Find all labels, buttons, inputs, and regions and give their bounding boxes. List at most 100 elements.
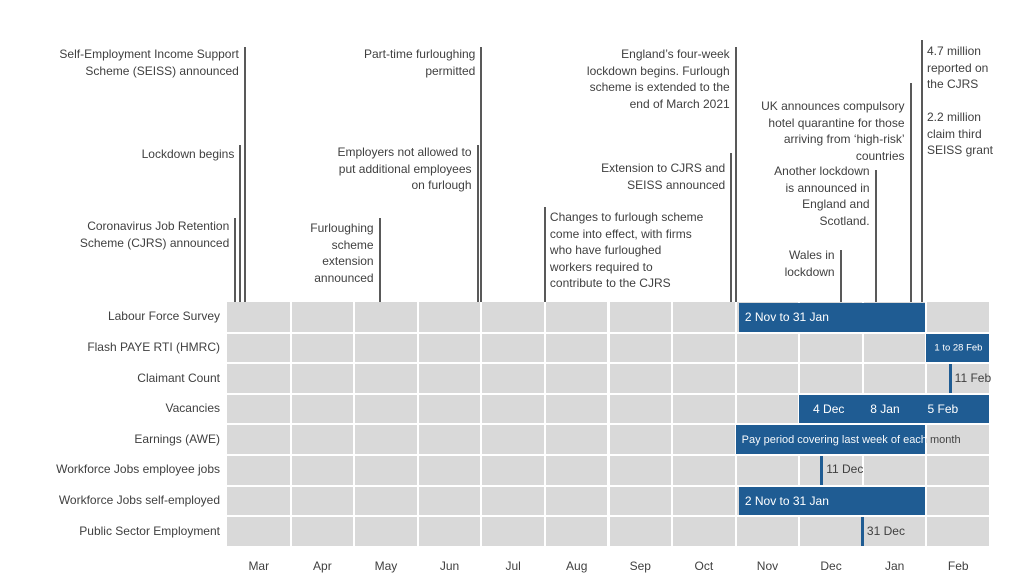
event-annotation-line: workers required to	[549, 259, 653, 274]
grid-cell	[673, 364, 735, 393]
grid-cell	[291, 486, 354, 516]
grid-cell	[736, 517, 799, 546]
grid-cell	[482, 394, 544, 424]
grid-cell	[609, 333, 672, 363]
grid-cell	[609, 394, 672, 424]
grid-cell	[227, 394, 290, 424]
grid-cell	[482, 486, 544, 516]
month-tick-label: Jan	[884, 558, 905, 573]
grid-cell	[927, 517, 989, 546]
bar-date-label: 5 Feb	[927, 402, 959, 417]
release-date-label: 11 Feb	[954, 370, 992, 385]
event-leader-line	[874, 170, 877, 302]
event-annotation-line: come into effect, with firms	[549, 226, 692, 241]
grid-cell	[355, 456, 417, 485]
event-leader-line	[234, 218, 237, 302]
grid-cell	[673, 394, 735, 424]
event-annotation-line: on furlough	[411, 178, 472, 192]
release-date-marker	[820, 456, 824, 485]
grid-cell	[482, 517, 544, 546]
event-annotation-line: is announced in	[785, 180, 870, 195]
grid-cell	[609, 425, 672, 454]
event-annotation: England’s four-week lockdown begins. Furl…	[587, 46, 730, 112]
event-annotation-line: Employers not allowed to	[337, 145, 472, 159]
grid-cell	[482, 302, 544, 332]
bar-label: 1 to 28 Feb	[934, 342, 983, 354]
event-annotation-line: claim third	[926, 126, 982, 141]
event-annotation-line: SEISS announced	[627, 177, 726, 192]
event-leader-line	[239, 145, 242, 302]
grid-cell	[355, 333, 417, 363]
event-annotation-line: UK announces compulsory	[761, 99, 905, 113]
month-tick-label: Mar	[248, 558, 270, 573]
row-label: Workforce Jobs self-employed	[58, 492, 220, 507]
grid-cell	[291, 517, 354, 546]
grid-cell	[927, 302, 989, 332]
event-annotation-line: Furloughing	[310, 221, 374, 235]
event-annotation-line: arriving from ‘high-risk’	[783, 132, 905, 146]
grid-cell	[927, 486, 989, 516]
release-period-bar: 1 to 28 Feb	[926, 333, 989, 363]
event-annotation: Lockdown begins	[142, 146, 235, 163]
grid-cell	[609, 486, 672, 516]
release-date-marker	[860, 517, 864, 546]
grid-cell	[673, 517, 735, 546]
grid-cell	[863, 456, 926, 485]
grid-cell	[291, 364, 354, 393]
event-leader-line	[480, 47, 483, 302]
event-annotation: Employers not allowed to put additional e…	[337, 144, 471, 194]
grid-cell	[736, 333, 799, 363]
month-tick-label: Dec	[820, 558, 842, 573]
grid-cell	[355, 517, 417, 546]
grid-cell	[863, 364, 926, 393]
event-annotation-line: 2.2 million	[926, 110, 981, 124]
row-label: Flash PAYE RTI (HMRC)	[87, 339, 220, 354]
month-tick-label: Jun	[439, 558, 460, 573]
release-period-bar: 2 Nov to 31 Jan	[738, 486, 926, 516]
bar-date-label: 4 Dec	[813, 402, 845, 417]
event-annotation: Self-Employment Income Support Scheme (SE…	[59, 46, 238, 79]
grid-cell	[800, 364, 862, 393]
grid-cell	[545, 456, 608, 485]
grid-cell	[227, 456, 290, 485]
event-leader-line	[909, 83, 912, 302]
event-annotation-line: extension	[322, 254, 374, 268]
event-leader-line	[243, 47, 246, 302]
event-annotation: Part-time furloughing permitted	[364, 46, 475, 79]
grid-cell	[355, 302, 417, 332]
event-annotation-line: 4.7 million	[926, 44, 981, 58]
month-tick-label: Aug	[566, 558, 588, 573]
furlough-timeline-chart: Labour Force Survey Flash PAYE RTI (HMRC)…	[0, 0, 1024, 587]
grid-cell	[227, 333, 290, 363]
event-annotation: Coronavirus Job Retention Scheme (CJRS) a…	[80, 218, 229, 251]
grid-cell	[227, 302, 290, 332]
release-period-bar: 4 Dec 8 Jan 5 Feb	[799, 394, 989, 424]
grid-cell	[545, 394, 608, 424]
event-annotation-line: who have furloughed	[549, 243, 662, 257]
event-annotation: Changes to furlough scheme come into effe…	[550, 209, 703, 292]
release-date-label: 31 Dec	[866, 523, 905, 538]
grid-cell	[291, 333, 354, 363]
grid-cell	[418, 425, 481, 454]
event-annotation-line: Scheme (CJRS) announced	[79, 235, 230, 250]
bar-label: Pay period covering last week of each mo…	[741, 433, 961, 446]
grid-cell	[609, 456, 672, 485]
grid-cell	[418, 394, 481, 424]
release-period-bar: 2 Nov to 31 Jan	[738, 303, 926, 332]
event-annotation-line: scheme	[331, 237, 374, 252]
grid-cell	[482, 425, 544, 454]
event-annotation-line: Extension to CJRS and	[601, 161, 726, 175]
bar-date-label: 8 Jan	[870, 402, 900, 417]
grid-cell	[545, 486, 608, 516]
release-date-label: 11 Dec	[826, 462, 864, 477]
grid-cell	[355, 425, 417, 454]
event-annotation-line: Lockdown begins	[141, 147, 235, 161]
event-annotation-line: Coronavirus Job Retention	[87, 219, 230, 233]
grid-cell	[418, 456, 481, 485]
event-annotation-line: Wales in	[789, 248, 835, 262]
grid-cell	[545, 517, 608, 546]
event-annotation: Another lockdown is announced in England a…	[774, 163, 869, 229]
grid-cell	[736, 394, 799, 424]
grid-cell	[227, 517, 290, 546]
grid-cell	[482, 364, 544, 393]
